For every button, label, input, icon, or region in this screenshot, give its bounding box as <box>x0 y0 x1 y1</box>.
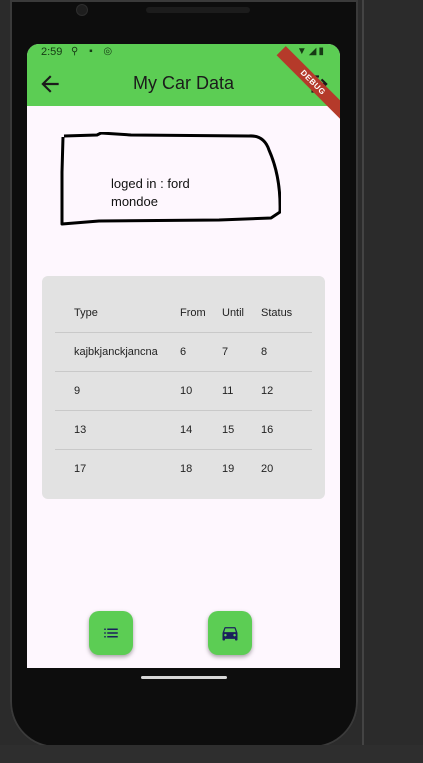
table-cell: kajbkjanckjancna <box>55 332 180 372</box>
table-cell: 17 <box>55 449 180 488</box>
table-row: 9 10 11 12 <box>55 371 312 411</box>
status-time: 2:59 <box>41 46 63 58</box>
table-cell: 10 <box>180 371 222 411</box>
window-divider <box>362 0 364 745</box>
page-title: My Car Data <box>132 73 235 93</box>
table-cell: 15 <box>222 410 261 450</box>
table-cell: 12 <box>261 371 312 411</box>
car-data-table: Type From Until Status kajbkjanckjancna … <box>55 294 312 488</box>
table-cell: 13 <box>55 410 180 450</box>
ide-bottom-strip <box>0 745 423 763</box>
table-cell: 14 <box>180 410 222 450</box>
table-row: 17 18 19 20 <box>55 449 312 488</box>
speaker-grille <box>146 7 250 13</box>
table-cell: 19 <box>222 449 261 488</box>
car-button[interactable] <box>208 611 252 655</box>
column-header-until: Until <box>222 307 245 319</box>
table-cell: 9 <box>55 371 180 411</box>
list-icon <box>104 628 118 638</box>
login-line-2: mondoe <box>111 194 158 209</box>
table-cell: 18 <box>180 449 222 488</box>
camera-icon <box>77 5 87 15</box>
home-gesture-bar[interactable] <box>141 676 227 679</box>
list-button[interactable] <box>89 611 133 655</box>
app-screen: 2:59 ⚲ ▪ ◎ ▼◢▮ My Car Data DEBUG loged i… <box>27 44 340 668</box>
table-cell: 11 <box>222 371 261 411</box>
car-icon <box>222 627 238 641</box>
signal-battery-icons: ▼◢▮ <box>296 46 326 57</box>
table-cell: 20 <box>261 449 312 488</box>
notification-icons: ⚲ ▪ ◎ <box>71 46 117 57</box>
table-cell: 8 <box>261 332 312 372</box>
table-cell: 16 <box>261 410 312 450</box>
table-row: kajbkjanckjancna 6 7 8 <box>55 332 312 372</box>
column-header-from: From <box>180 307 206 319</box>
login-info: loged in : ford mondoe <box>111 175 190 211</box>
column-header-status: Status <box>261 307 293 319</box>
app-bar: My Car Data DEBUG <box>27 46 340 119</box>
table-row: 13 14 15 16 <box>55 410 312 450</box>
system-nav-bar <box>27 668 340 690</box>
car-data-table-card: Type From Until Status kajbkjanckjancna … <box>42 276 325 499</box>
table-cell: 7 <box>222 332 261 372</box>
column-header-type: Type <box>74 307 98 319</box>
login-line-1: loged in : ford <box>111 176 190 191</box>
table-cell: 6 <box>180 332 222 372</box>
table-header-row: Type From Until Status <box>55 294 312 333</box>
